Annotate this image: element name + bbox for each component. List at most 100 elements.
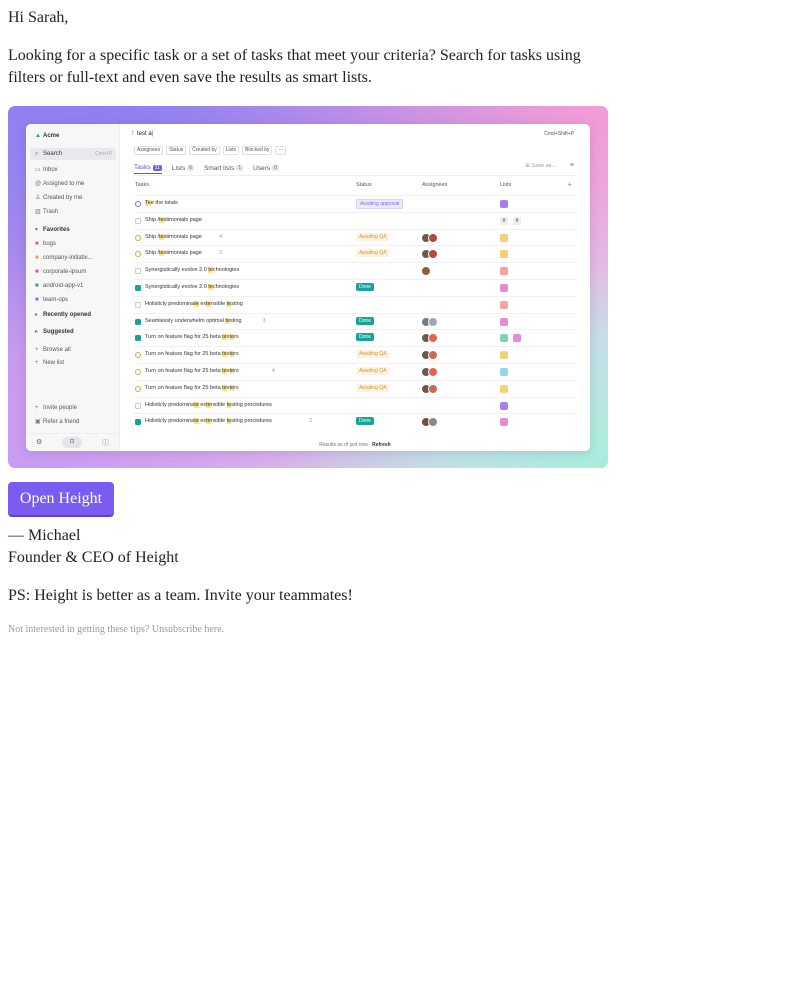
- status-badge[interactable]: Awaiting QA: [356, 232, 390, 241]
- avatar[interactable]: [428, 333, 438, 344]
- filter-chip[interactable]: Blocked by: [242, 146, 273, 155]
- status-badge[interactable]: Done: [356, 417, 374, 426]
- table-row[interactable]: Turn on feature flag for 25 beta testers…: [134, 379, 576, 397]
- task-checkbox[interactable]: [135, 352, 141, 359]
- list-icon[interactable]: [513, 334, 521, 343]
- list-icon[interactable]: [500, 418, 508, 427]
- sidebar-item-assigned-to-me[interactable]: @ Assigned to me: [30, 178, 116, 190]
- task-name[interactable]: Turn on feature flag for 25 beta testers: [145, 384, 239, 391]
- list-icon[interactable]: #: [500, 216, 508, 225]
- help-icon[interactable]: ⓘ: [102, 438, 109, 448]
- table-row[interactable]: Holisticly predominate extensible testin…: [134, 396, 576, 414]
- list-icon[interactable]: [500, 317, 508, 326]
- refer-friend-link[interactable]: ▣ Refer a friend: [30, 416, 116, 428]
- table-row[interactable]: Holisticly predominate extensible testin…: [134, 413, 576, 430]
- task-name[interactable]: Ship /testimonials page: [145, 216, 202, 223]
- avatar[interactable]: [428, 232, 438, 243]
- table-row[interactable]: Ship /testimonials page # #: [134, 211, 576, 229]
- task-name[interactable]: Tee the totals: [145, 200, 178, 206]
- task-checkbox[interactable]: [135, 285, 141, 291]
- task-name[interactable]: Turn on feature flag for 25 beta testers: [145, 334, 239, 341]
- status-badge[interactable]: Awaiting QA: [356, 383, 390, 392]
- task-name[interactable]: Synergistically evolve 2.0 technologies: [145, 267, 239, 274]
- avatar[interactable]: [428, 249, 438, 260]
- task-name[interactable]: Holisticly predominate extensible testin…: [145, 401, 272, 408]
- table-row[interactable]: Tee the totals Awaiting approval: [134, 195, 576, 212]
- filter-chip[interactable]: Lists: [222, 146, 240, 155]
- favorite-list-item[interactable]: ■ company-initiativ...: [30, 252, 116, 264]
- task-name[interactable]: Synergistically evolve 2.0 technologies: [145, 284, 239, 290]
- favorite-list-item[interactable]: ■ corporate-ipsum: [30, 266, 116, 278]
- table-row[interactable]: Holisticly predominate extensible testin…: [134, 295, 576, 313]
- table-row[interactable]: Synergistically evolve 2.0 technologies: [134, 262, 576, 279]
- task-checkbox[interactable]: [135, 419, 141, 426]
- filter-chip[interactable]: ···: [275, 146, 287, 155]
- task-checkbox[interactable]: [135, 335, 141, 342]
- status-badge[interactable]: Done: [356, 283, 374, 291]
- task-checkbox[interactable]: [135, 385, 141, 392]
- avatar[interactable]: [428, 316, 438, 327]
- sidebar-search[interactable]: ⌕ Search Cmd+P: [30, 148, 116, 160]
- filter-chip[interactable]: Created by: [189, 146, 220, 155]
- table-row[interactable]: Ship /testimonials page 2 Awaiting QA: [134, 245, 576, 262]
- table-row[interactable]: Turn on feature flag for 25 beta testers…: [134, 363, 576, 380]
- list-icon[interactable]: [500, 334, 508, 343]
- tab-lists[interactable]: Lists 6: [172, 162, 194, 174]
- favorite-list-item[interactable]: ■ team-ops: [30, 294, 116, 306]
- tab-users[interactable]: Users 0: [253, 162, 279, 174]
- table-row[interactable]: Turn on feature flag for 25 beta testers…: [134, 329, 576, 346]
- column-header-assignees[interactable]: Assignees: [422, 182, 447, 188]
- sliders-icon[interactable]: ≡: [570, 162, 574, 169]
- status-badge[interactable]: Awaiting approval: [356, 199, 404, 209]
- list-icon[interactable]: [500, 200, 508, 208]
- browse-all-link[interactable]: + Browse all: [30, 344, 116, 356]
- sidebar-item-created-by-me[interactable]: ♙ Created by me: [30, 192, 116, 204]
- task-checkbox[interactable]: [135, 402, 141, 409]
- compose-icon[interactable]: ⊡: [62, 437, 82, 448]
- open-height-button[interactable]: Open Height: [8, 482, 114, 517]
- list-icon[interactable]: [500, 250, 508, 259]
- avatar[interactable]: [428, 367, 438, 377]
- column-header-lists[interactable]: Lists: [500, 182, 511, 188]
- table-row[interactable]: Ship /testimonials page 4 Awaiting QA: [134, 228, 576, 246]
- list-icon[interactable]: [500, 351, 508, 360]
- sidebar-item-inbox[interactable]: ▭ Inbox: [30, 164, 116, 176]
- task-checkbox[interactable]: [135, 301, 141, 308]
- invite-people-link[interactable]: + Invite people: [30, 402, 116, 414]
- list-icon[interactable]: [500, 300, 508, 309]
- task-checkbox[interactable]: [135, 217, 141, 224]
- list-icon[interactable]: [500, 267, 508, 276]
- task-name[interactable]: Turn on feature flag for 25 beta testers: [145, 368, 239, 374]
- search-input[interactable]: f test a|: [132, 131, 153, 137]
- favorite-list-item[interactable]: ■ bugs: [30, 238, 116, 250]
- list-icon[interactable]: [500, 368, 508, 376]
- refresh-link[interactable]: Refresh: [372, 442, 391, 448]
- status-badge[interactable]: Done: [356, 316, 374, 325]
- suggested-header[interactable]: ▸ Suggested: [30, 326, 116, 338]
- workspace-switcher[interactable]: ▲ Search Acme: [30, 130, 116, 142]
- table-row[interactable]: Seamlessly underwhelm optimal testing 3 Do…: [134, 312, 576, 330]
- add-column-icon[interactable]: +: [567, 180, 572, 189]
- column-header-tasks[interactable]: Tasks: [135, 182, 149, 188]
- table-row[interactable]: Synergistically evolve 2.0 technologies D…: [134, 279, 576, 296]
- task-checkbox[interactable]: [135, 318, 141, 325]
- task-name[interactable]: Holisticly predominate extensible testin…: [145, 418, 272, 425]
- task-checkbox[interactable]: [135, 369, 141, 375]
- list-icon[interactable]: [500, 401, 508, 410]
- table-row[interactable]: Turn on feature flag for 25 beta testers…: [134, 346, 576, 363]
- new-list-link[interactable]: + New list: [30, 357, 116, 369]
- tab-tasks[interactable]: Tasks 11: [134, 162, 162, 174]
- task-checkbox[interactable]: [135, 201, 141, 207]
- status-badge[interactable]: Awaiting QA: [356, 350, 390, 359]
- tab-smart-lists[interactable]: Smart lists 1: [204, 162, 244, 174]
- unsubscribe-link[interactable]: Not interested in getting these tips? Un…: [8, 624, 224, 635]
- status-badge[interactable]: Awaiting QA: [356, 367, 390, 375]
- save-as-button[interactable]: ⊞ Save as...: [525, 163, 556, 169]
- list-icon[interactable]: [500, 384, 508, 393]
- avatar[interactable]: [428, 350, 438, 361]
- list-icon[interactable]: [500, 284, 508, 292]
- column-header-status[interactable]: Status: [356, 182, 372, 188]
- task-name[interactable]: Ship /testimonials page: [145, 233, 202, 240]
- filter-chip[interactable]: Status: [166, 146, 187, 155]
- favorites-header[interactable]: ▾ Favorites: [30, 224, 116, 236]
